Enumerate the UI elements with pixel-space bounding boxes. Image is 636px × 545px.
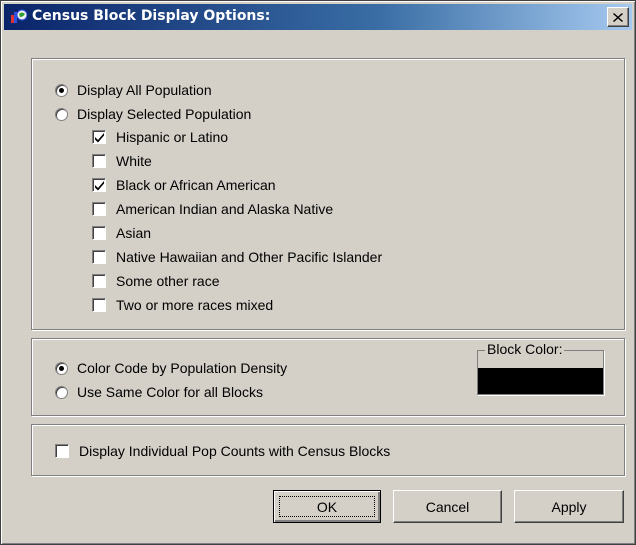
race-label: Native Hawaiian and Other Pacific Island… [116,249,383,265]
race-label: American Indian and Alaska Native [116,201,334,217]
same-color-all-blocks-label: Use Same Color for all Blocks [77,384,263,400]
race-checkbox[interactable] [92,250,106,264]
race-checkbox[interactable] [92,202,106,216]
race-checkbox[interactable] [92,226,106,240]
focus-rect [279,496,375,517]
race-label: Asian [116,225,152,241]
race-checkbox-row[interactable]: Some other race [92,271,220,291]
race-checkbox-row[interactable]: American Indian and Alaska Native [92,199,333,219]
apply-button[interactable]: Apply [514,490,624,523]
ok-button[interactable]: OK [273,490,381,523]
race-checkbox[interactable] [92,130,106,144]
race-checkbox-row[interactable]: Hispanic or Latino [92,127,228,147]
race-label: Some other race [116,273,220,289]
display-all-population-label: Display All Population [77,82,212,98]
display-selected-population-radio[interactable]: Display Selected Population [55,104,251,124]
race-checkbox-row[interactable]: Two or more races mixed [92,295,273,315]
census-block-display-options-dialog: Census Block Display Options: Display Al… [0,0,636,545]
race-label: Two or more races mixed [116,297,274,313]
race-label: Hispanic or Latino [116,129,229,145]
block-color-label: Block Color: [485,341,565,357]
race-checkbox-row[interactable]: Native Hawaiian and Other Pacific Island… [92,247,382,267]
display-pop-counts-checkbox[interactable]: Display Individual Pop Counts with Censu… [55,441,390,461]
color-code-density-label: Color Code by Population Density [77,360,288,376]
display-selected-population-label: Display Selected Population [77,106,252,122]
race-checkbox[interactable] [92,178,106,192]
same-color-all-blocks-radio[interactable]: Use Same Color for all Blocks [55,382,263,402]
race-checkbox[interactable] [92,274,106,288]
apply-button-label: Apply [551,498,587,515]
app-icon [11,9,28,25]
close-icon [613,9,623,25]
cancel-button-label: Cancel [425,498,470,515]
race-checkbox-row[interactable]: Asian [92,223,151,243]
display-all-population-radio[interactable]: Display All Population [55,80,212,100]
race-label: Black or African American [116,177,276,193]
race-checkbox[interactable] [92,154,106,168]
title-bar[interactable]: Census Block Display Options: [4,4,632,30]
radio-indicator[interactable] [55,83,68,97]
close-button[interactable] [607,7,629,27]
block-color-swatch[interactable] [478,368,603,394]
race-checkbox[interactable] [92,298,106,312]
radio-indicator[interactable] [55,385,68,399]
race-checkbox-row[interactable]: White [92,151,152,171]
radio-indicator[interactable] [55,361,68,375]
window-title: Census Block Display Options: [32,8,271,24]
display-pop-counts-label: Display Individual Pop Counts with Censu… [79,443,391,459]
race-label: White [116,153,152,169]
radio-indicator[interactable] [55,107,68,121]
checkbox-box[interactable] [55,444,69,458]
cancel-button[interactable]: Cancel [393,490,502,523]
color-code-density-radio[interactable]: Color Code by Population Density [55,358,287,378]
race-checkbox-row[interactable]: Black or African American [92,175,276,195]
